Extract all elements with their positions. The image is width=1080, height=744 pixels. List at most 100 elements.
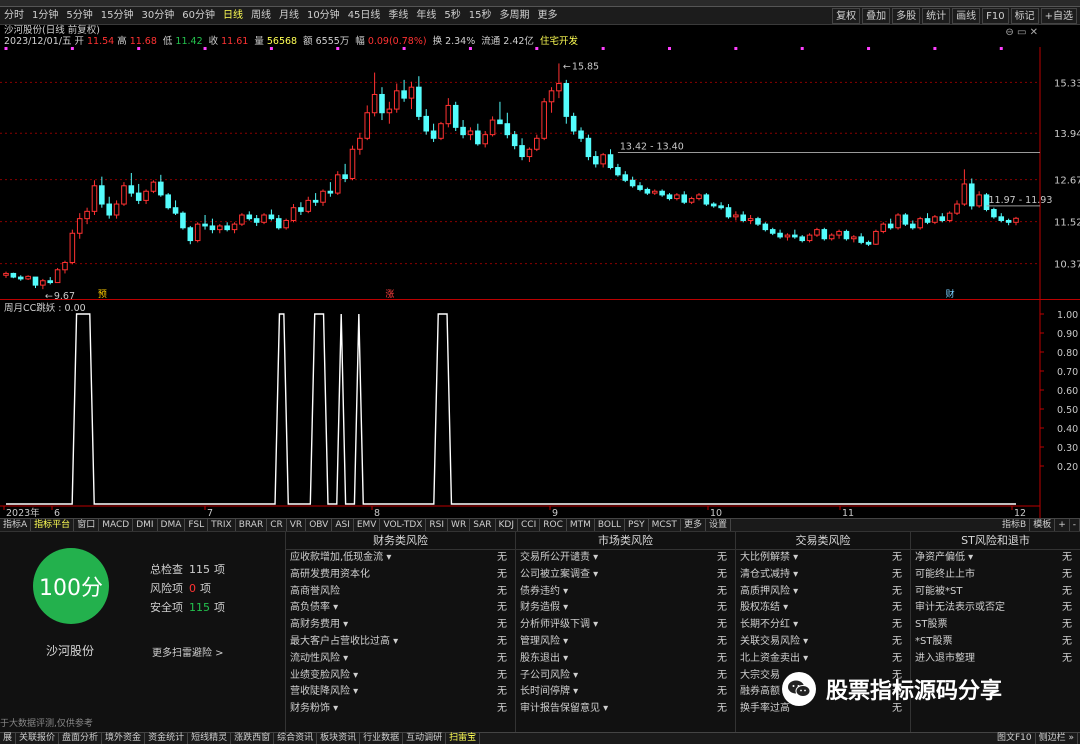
indicator-tab[interactable]: BOLL — [595, 519, 626, 531]
indicator-tab[interactable]: WR — [448, 519, 471, 531]
indicator-tab[interactable]: MTM — [567, 519, 595, 531]
indicator-tab[interactable]: PSY — [625, 519, 649, 531]
indicator-tab[interactable]: TRIX — [208, 519, 236, 531]
indicator-tab-right-button[interactable]: 指标B — [999, 519, 1031, 531]
bottom-tab[interactable]: 展 — [0, 733, 17, 744]
bottom-tab[interactable]: 行业数据 — [360, 733, 404, 744]
risk-item[interactable]: 子公司风险 ▾ 无 — [516, 668, 735, 685]
indicator-tab[interactable]: MACD — [99, 519, 134, 531]
indicator-tab[interactable]: RSI — [426, 519, 449, 531]
bottom-tab[interactable]: 关联报价 — [16, 733, 60, 744]
risk-item[interactable]: 高商誉风险 无 — [286, 584, 515, 601]
period-button[interactable]: 周线 — [247, 7, 275, 25]
indicator-tab[interactable]: VOL-TDX — [380, 519, 427, 531]
candlestick-chart[interactable]: 15.3313.9412.6711.5210.37← 15.85← 9.6713.4… — [0, 47, 1080, 299]
risk-item[interactable]: 高质押风险 ▾ 无 — [736, 584, 910, 601]
indicator-tab-right-button[interactable]: - — [1070, 519, 1080, 531]
period-button[interactable]: 5分钟 — [62, 7, 96, 25]
bottom-tab[interactable]: 扫雷宝 — [446, 733, 481, 744]
period-button[interactable]: 分时 — [0, 7, 28, 25]
risk-item[interactable]: 长时间停牌 ▾ 无 — [516, 684, 735, 701]
period-button[interactable]: 15分钟 — [97, 7, 138, 25]
indicator-tab[interactable]: 设置 — [706, 519, 731, 531]
risk-item[interactable]: 营收陡降风险 ▾ 无 — [286, 684, 515, 701]
risk-item[interactable]: 进入退市整理 无 — [911, 651, 1080, 668]
risk-item[interactable]: 可能被*ST 无 — [911, 584, 1080, 601]
period-button[interactable]: 30分钟 — [137, 7, 178, 25]
risk-item[interactable]: 高负债率 ▾ 无 — [286, 600, 515, 617]
period-button[interactable]: 15秒 — [465, 7, 496, 25]
indicator-tab[interactable]: 指标A — [0, 519, 32, 531]
risk-item[interactable]: 审计报告保留意见 ▾ 无 — [516, 701, 735, 718]
indicator-tab-right-button[interactable]: 模板 — [1030, 519, 1056, 531]
risk-item[interactable]: 管理风险 ▾ 无 — [516, 634, 735, 651]
risk-item[interactable]: 公司被立案调查 ▾ 无 — [516, 567, 735, 584]
period-button[interactable]: 年线 — [412, 7, 440, 25]
risk-item[interactable]: 应收款增加,低现金流 ▾ 无 — [286, 550, 515, 567]
risk-item[interactable]: *ST股票 无 — [911, 634, 1080, 651]
bottom-tab[interactable]: 盘面分析 — [59, 733, 103, 744]
risk-item[interactable]: 审计无法表示或否定 无 — [911, 600, 1080, 617]
period-button[interactable]: 10分钟 — [303, 7, 344, 25]
period-button[interactable]: 月线 — [275, 7, 303, 25]
indicator-tab[interactable]: DMI — [133, 519, 158, 531]
risk-item[interactable]: 北上资金卖出 ▾ 无 — [736, 651, 910, 668]
risk-item[interactable]: 清仓式减持 ▾ 无 — [736, 567, 910, 584]
toolbar-right-button[interactable]: 画线 — [952, 8, 981, 24]
risk-item[interactable]: 最大客户占营收比过高 ▾ 无 — [286, 634, 515, 651]
risk-item[interactable]: 净资产偏低 ▾ 无 — [911, 550, 1080, 567]
bottom-tab[interactable]: 涨跌西窗 — [231, 733, 275, 744]
risk-item[interactable]: 关联交易风险 ▾ 无 — [736, 634, 910, 651]
bottom-tab[interactable]: 境外资金 — [102, 733, 146, 744]
toolbar-right-button[interactable]: 多股 — [892, 8, 921, 24]
bottom-tab[interactable]: 板块资讯 — [317, 733, 361, 744]
risk-item[interactable]: 股权冻结 ▾ 无 — [736, 600, 910, 617]
period-button[interactable]: 60分钟 — [178, 7, 219, 25]
bottom-tab[interactable]: 综合资讯 — [274, 733, 318, 744]
period-button[interactable]: 多周期 — [496, 7, 534, 25]
bottom-tab[interactable]: 短线精灵 — [188, 733, 232, 744]
toolbar-right-button[interactable]: 叠加 — [862, 8, 891, 24]
indicator-tab[interactable]: CR — [267, 519, 287, 531]
risk-item[interactable]: ST股票 无 — [911, 617, 1080, 634]
risk-item[interactable]: 可能终止上市 无 — [911, 567, 1080, 584]
indicator-tab[interactable]: FSL — [185, 519, 209, 531]
risk-item[interactable]: 债券违约 ▾ 无 — [516, 584, 735, 601]
minimize-icon[interactable]: ⊖ — [1005, 27, 1013, 38]
period-button[interactable]: 季线 — [384, 7, 412, 25]
bottom-tab[interactable]: 互动调研 — [403, 733, 447, 744]
bottom-right-button[interactable]: 侧边栏 » — [1036, 733, 1078, 744]
period-button[interactable]: 日线 — [219, 7, 247, 25]
risk-item[interactable]: 分析师评级下调 ▾ 无 — [516, 617, 735, 634]
risk-item[interactable]: 交易所公开谴责 ▾ 无 — [516, 550, 735, 567]
risk-item[interactable]: 高财务费用 ▾ 无 — [286, 617, 515, 634]
period-button[interactable]: 更多 — [534, 7, 562, 25]
indicator-tab[interactable]: 指标平台 — [31, 519, 75, 531]
indicator-tab[interactable]: SAR — [470, 519, 496, 531]
toolbar-right-button[interactable]: 标记 — [1010, 8, 1039, 24]
risk-item[interactable]: 业绩变脸风险 ▾ 无 — [286, 668, 515, 685]
indicator-tab[interactable]: CCI — [518, 519, 541, 531]
indicator-tab[interactable]: EMV — [354, 519, 381, 531]
indicator-tab[interactable]: BRAR — [236, 519, 268, 531]
close-icon[interactable]: ✕ — [1030, 27, 1038, 38]
period-button[interactable]: 1分钟 — [28, 7, 62, 25]
indicator-tab-right-button[interactable]: + — [1055, 519, 1070, 531]
risk-item[interactable]: 长期不分红 ▾ 无 — [736, 617, 910, 634]
indicator-chart[interactable]: 1.00 0.90 0.80 0.70 0.60 0.50 0.40 0.30 0.20 2023… — [0, 300, 1080, 518]
risk-item[interactable]: 财务粉饰 ▾ 无 — [286, 701, 515, 718]
toolbar-right-button[interactable]: +自选 — [1040, 8, 1077, 24]
indicator-tab[interactable]: KDJ — [496, 519, 518, 531]
risk-item[interactable]: 大比例解禁 ▾ 无 — [736, 550, 910, 567]
indicator-tab[interactable]: DMA — [158, 519, 186, 531]
indicator-tab[interactable]: MCST — [649, 519, 681, 531]
period-button[interactable]: 45日线 — [344, 7, 385, 25]
risk-item[interactable]: 财务造假 ▾ 无 — [516, 600, 735, 617]
indicator-tab[interactable]: VR — [287, 519, 307, 531]
bottom-tab[interactable]: 资金统计 — [145, 733, 189, 744]
indicator-tab[interactable]: ASI — [332, 519, 354, 531]
risk-item[interactable]: 流动性风险 ▾ 无 — [286, 651, 515, 668]
indicator-tab[interactable]: 更多 — [681, 519, 706, 531]
period-button[interactable]: 5秒 — [440, 7, 464, 25]
toolbar-right-button[interactable]: F10 — [982, 8, 1009, 24]
